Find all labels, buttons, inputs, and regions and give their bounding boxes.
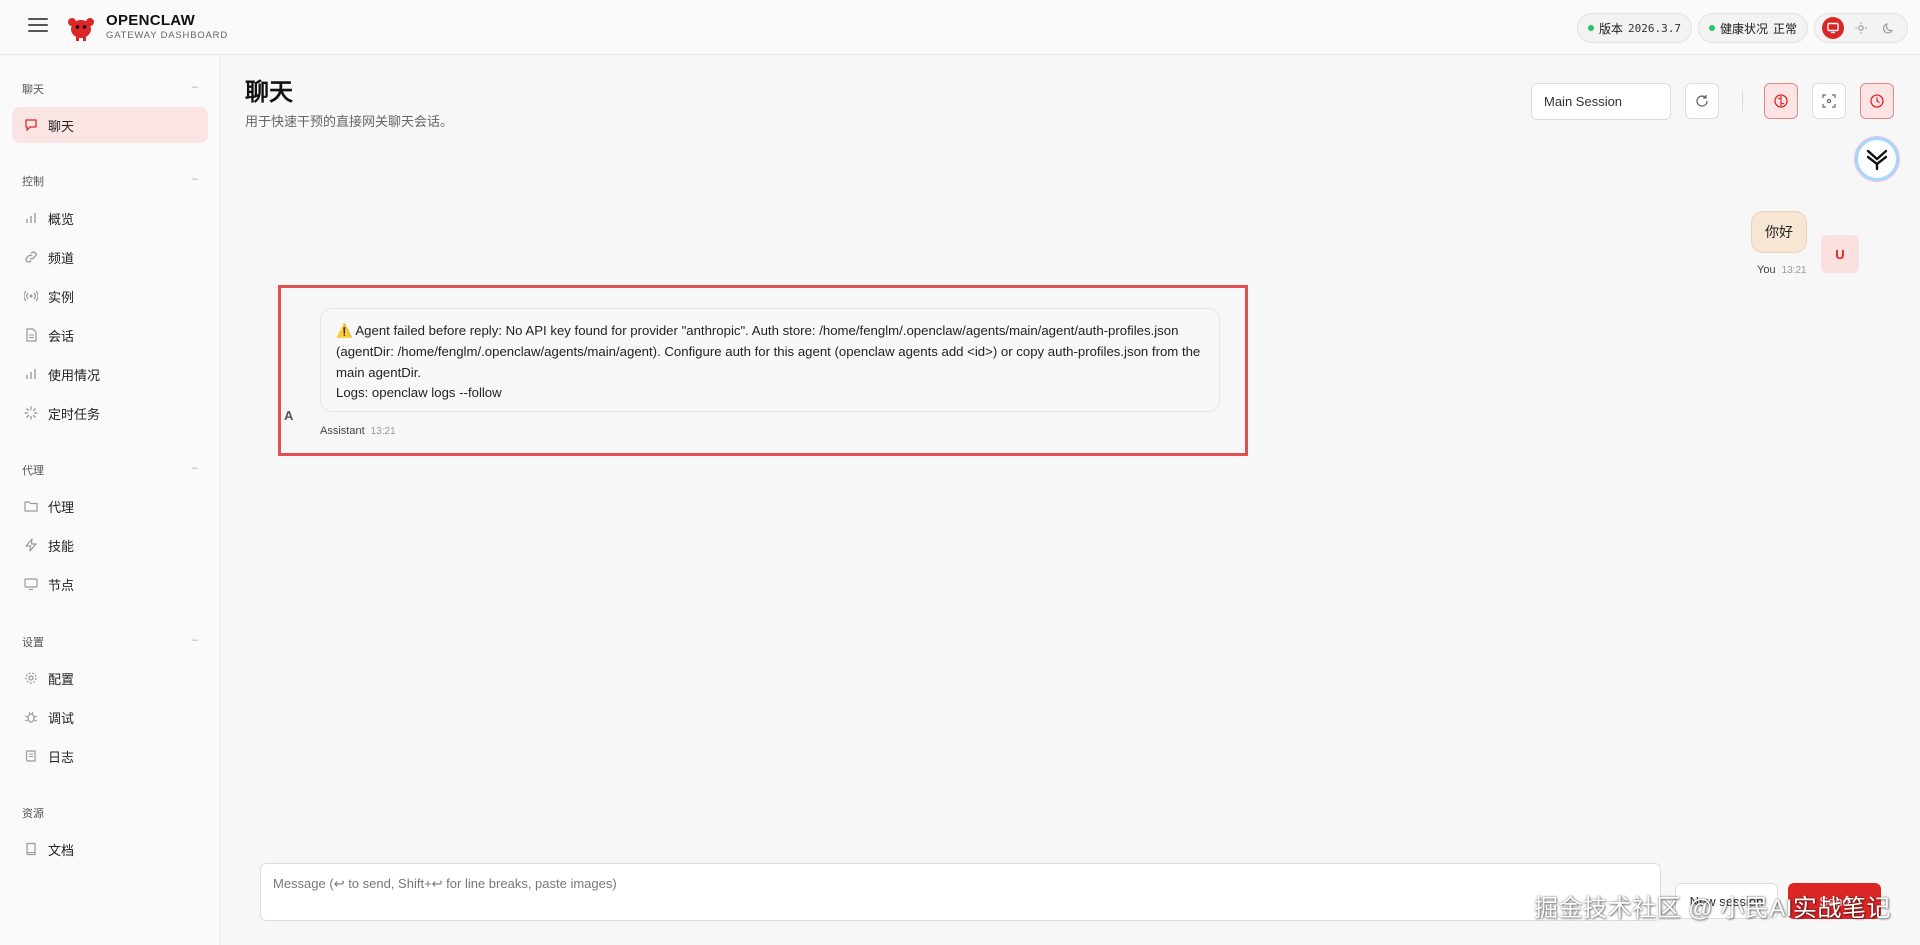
sidebar-item-chat[interactable]: 聊天 (12, 107, 208, 143)
brand-name: OPENCLAW (106, 12, 196, 29)
version-label: 版本 (1599, 21, 1624, 36)
user-message-bubble: 你好 (1751, 211, 1807, 253)
toolbar-divider (1742, 91, 1743, 111)
sidebar-item-usage[interactable]: 使用情况 (12, 356, 208, 392)
assistant-message-meta: Assistant 13:21 (320, 425, 396, 437)
assistant-widget-icon[interactable] (1855, 137, 1899, 181)
sidebar-group-chat[interactable]: 聊天 – (22, 81, 198, 97)
sidebar-group-agents[interactable]: 代理 – (22, 462, 198, 478)
version-value: 2026.3.7 (1628, 21, 1681, 35)
sidebar-item-nodes[interactable]: 节点 (12, 566, 208, 602)
theme-light-button[interactable] (1850, 17, 1872, 39)
top-bar: OPENCLAW GATEWAY DASHBOARD 版本 2026.3.7 健… (0, 0, 1920, 55)
sidebar: 聊天 – 聊天 控制 – 概览 频道 实例 会话 使用情况 定时任务 代理 – 代理 … (0, 56, 220, 945)
sidebar-item-label: 概览 (48, 211, 75, 227)
folder-icon (24, 501, 38, 512)
bug-icon (24, 711, 38, 723)
thinking-toggle-button[interactable] (1764, 83, 1798, 119)
sidebar-item-label: 定时任务 (48, 406, 101, 422)
clock-icon (1870, 94, 1884, 108)
sidebar-item-label: 代理 (48, 499, 75, 515)
sidebar-item-agents[interactable]: 代理 (12, 488, 208, 524)
brain-icon (1774, 94, 1788, 108)
sidebar-item-cron[interactable]: 定时任务 (12, 395, 208, 431)
assistant-message-time: 13:21 (370, 426, 396, 437)
page-subtitle: 用于快速干预的直接网关聊天会话。 (245, 114, 454, 129)
sidebar-item-instances[interactable]: 实例 (12, 278, 208, 314)
zap-icon (25, 538, 37, 552)
status-dot-icon (1588, 25, 1594, 31)
user-name: You (1757, 264, 1776, 276)
sidebar-item-label: 调试 (48, 710, 75, 726)
session-select[interactable]: Main Session (1531, 83, 1671, 120)
user-avatar: U (1821, 235, 1859, 273)
gear-icon (25, 672, 37, 684)
health-value: 正常 (1773, 21, 1798, 36)
assistant-avatar: A (284, 408, 294, 423)
link-icon (25, 251, 37, 263)
theme-dark-button[interactable] (1878, 17, 1900, 39)
brand-subtitle: GATEWAY DASHBOARD (106, 30, 228, 41)
sidebar-item-sessions[interactable]: 会话 (12, 317, 208, 353)
moon-icon (1883, 23, 1894, 34)
status-dot-icon (1709, 25, 1715, 31)
sidebar-item-label: 日志 (48, 749, 75, 765)
sidebar-group-resources[interactable]: 资源 (22, 805, 198, 821)
sidebar-item-overview[interactable]: 概览 (12, 200, 208, 236)
sidebar-item-logs[interactable]: 日志 (12, 738, 208, 774)
bar-chart-icon (26, 369, 36, 379)
sidebar-item-label: 频道 (48, 250, 75, 266)
focus-mode-button[interactable] (1812, 83, 1846, 119)
page-title: 聊天 (245, 79, 293, 106)
scroll-icon (25, 750, 36, 762)
y-logo-icon (1866, 149, 1888, 171)
sun-icon (1855, 22, 1867, 34)
assistant-message-bubble: ⚠️ Agent failed before reply: No API key… (320, 308, 1220, 412)
brand: OPENCLAW GATEWAY DASHBOARD (106, 12, 228, 41)
menu-toggle-icon[interactable] (28, 18, 48, 34)
radio-icon (24, 290, 38, 302)
health-badge: 健康状况 正常 (1698, 13, 1809, 43)
loader-icon (24, 406, 38, 420)
book-icon (26, 842, 36, 856)
document-icon (26, 328, 37, 342)
sidebar-item-skills[interactable]: 技能 (12, 527, 208, 563)
sidebar-item-label: 节点 (48, 577, 75, 593)
message-input[interactable]: Message (↩ to send, Shift+↩ for line bre… (260, 863, 1661, 921)
schedule-button[interactable] (1860, 83, 1894, 119)
sidebar-item-label: 聊天 (48, 118, 75, 134)
refresh-button[interactable] (1685, 83, 1719, 119)
message-icon (25, 119, 37, 131)
sidebar-item-label: 使用情况 (48, 367, 101, 383)
refresh-icon (1696, 95, 1708, 107)
sidebar-item-debug[interactable]: 调试 (12, 699, 208, 735)
monitor-icon (1827, 22, 1839, 34)
user-message-meta: You 13:21 (1757, 264, 1807, 276)
assistant-name: Assistant (320, 425, 365, 437)
sidebar-group-settings[interactable]: 设置 – (22, 634, 198, 650)
sidebar-item-config[interactable]: 配置 (12, 660, 208, 696)
sidebar-group-control[interactable]: 控制 – (22, 173, 198, 189)
version-badge: 版本 2026.3.7 (1577, 13, 1692, 43)
openclaw-logo-icon (68, 18, 94, 41)
bar-chart-icon (26, 213, 36, 223)
sidebar-item-label: 文档 (48, 842, 75, 858)
health-label: 健康状况 (1720, 21, 1769, 36)
monitor-icon (24, 578, 38, 591)
focus-icon (1822, 94, 1836, 108)
sidebar-item-channels[interactable]: 频道 (12, 239, 208, 275)
assistant-log-hint: Logs: openclaw logs --follow (336, 385, 502, 401)
sidebar-item-label: 实例 (48, 289, 75, 305)
assistant-error-text: ⚠️ Agent failed before reply: No API key… (336, 323, 1201, 380)
sidebar-item-label: 会话 (48, 328, 75, 344)
sidebar-item-label: 技能 (48, 538, 75, 554)
watermark-text: 掘金技术社区 @ 小民AI实战笔记 (1534, 895, 1891, 922)
sidebar-item-label: 配置 (48, 671, 75, 687)
sidebar-item-docs[interactable]: 文档 (12, 831, 208, 867)
theme-system-button[interactable] (1822, 17, 1844, 39)
theme-switcher (1814, 13, 1908, 43)
user-message-time: 13:21 (1781, 265, 1807, 276)
